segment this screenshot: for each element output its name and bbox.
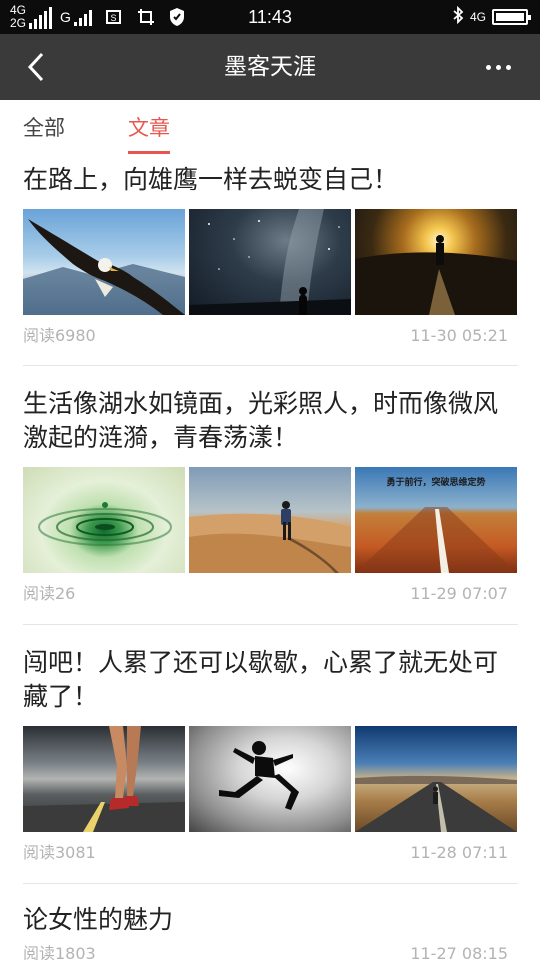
page-title: 墨客天涯 bbox=[224, 54, 316, 80]
article-item[interactable]: 在路上，向雄鹰一样去蜕变自己！ 阅读6980 11-30 05:21 bbox=[23, 163, 518, 347]
article-meta: 阅读3081 11-28 07:11 bbox=[23, 842, 518, 864]
milky-way-photo bbox=[189, 209, 351, 315]
nav-bar: 墨客天涯 bbox=[0, 34, 540, 100]
article-title: 闯吧！人累了还可以歇歇，心累了就无处可藏了！ bbox=[23, 648, 499, 711]
jumping-silhouette-photo bbox=[189, 726, 351, 832]
article-title: 在路上，向雄鹰一样去蜕变自己！ bbox=[23, 165, 399, 194]
bluetooth-icon bbox=[452, 5, 464, 28]
network-type-right: 4G bbox=[469, 10, 486, 24]
article-thumbnails bbox=[23, 209, 518, 315]
divider bbox=[23, 883, 518, 884]
tab-bar: 全部 文章 bbox=[0, 100, 540, 156]
tab-articles-label: 文章 bbox=[128, 116, 170, 140]
more-dots-icon bbox=[485, 64, 491, 70]
thumbnail-caption: 勇于前行，突破思维定势 bbox=[386, 478, 486, 488]
article-meta: 阅读26 11-29 07:07 bbox=[23, 583, 518, 605]
publish-date: 11-27 08:15 bbox=[410, 944, 508, 960]
read-count: 阅读26 bbox=[23, 584, 76, 603]
eagle-photo bbox=[23, 209, 185, 315]
article-title: 论女性的魅力 bbox=[23, 905, 174, 934]
sunset-figure-photo bbox=[355, 209, 517, 315]
status-bar: 4G 2G G S 11:43 4G bbox=[0, 0, 540, 34]
runner-legs-photo bbox=[23, 726, 185, 832]
battery-icon bbox=[492, 9, 531, 25]
read-count: 阅读3081 bbox=[23, 843, 96, 862]
article-item[interactable]: 生活像湖水如镜面，光彩照人，时而像微风激起的涟漪，青春荡漾！ 勇于前行，突破思维… bbox=[23, 387, 518, 605]
tab-all[interactable]: 全部 bbox=[23, 112, 65, 152]
publish-date: 11-28 07:11 bbox=[410, 843, 508, 862]
article-item[interactable]: 闯吧！人累了还可以歇歇，心累了就无处可藏了！ 阅读3081 11-28 07:1… bbox=[23, 646, 518, 864]
tab-active-indicator bbox=[128, 151, 170, 154]
article-meta: 阅读6980 11-30 05:21 bbox=[23, 325, 518, 347]
divider bbox=[23, 365, 518, 366]
tab-articles[interactable]: 文章 bbox=[128, 112, 170, 154]
article-thumbnails bbox=[23, 726, 518, 832]
article-title: 生活像湖水如镜面，光彩照人，时而像微风激起的涟漪，青春荡漾！ bbox=[23, 389, 499, 452]
publish-date: 11-30 05:21 bbox=[410, 326, 508, 345]
read-count: 阅读6980 bbox=[23, 326, 96, 345]
publish-date: 11-29 07:07 bbox=[410, 584, 508, 603]
status-right: 4G bbox=[452, 0, 531, 34]
more-options-button[interactable] bbox=[478, 47, 518, 87]
motion-road-photo: 勇于前行，突破思维定势 bbox=[355, 467, 517, 573]
desert-hiker-photo bbox=[189, 467, 351, 573]
article-meta: 阅读1803 11-27 08:15 bbox=[23, 943, 518, 960]
read-count: 阅读1803 bbox=[23, 944, 96, 960]
article-thumbnails: 勇于前行，突破思维定势 bbox=[23, 467, 518, 573]
divider bbox=[23, 624, 518, 625]
article-item[interactable]: 论女性的魅力 阅读1803 11-27 08:15 bbox=[23, 903, 518, 960]
water-ripple-photo bbox=[23, 467, 185, 573]
highway-walker-photo bbox=[355, 726, 517, 832]
